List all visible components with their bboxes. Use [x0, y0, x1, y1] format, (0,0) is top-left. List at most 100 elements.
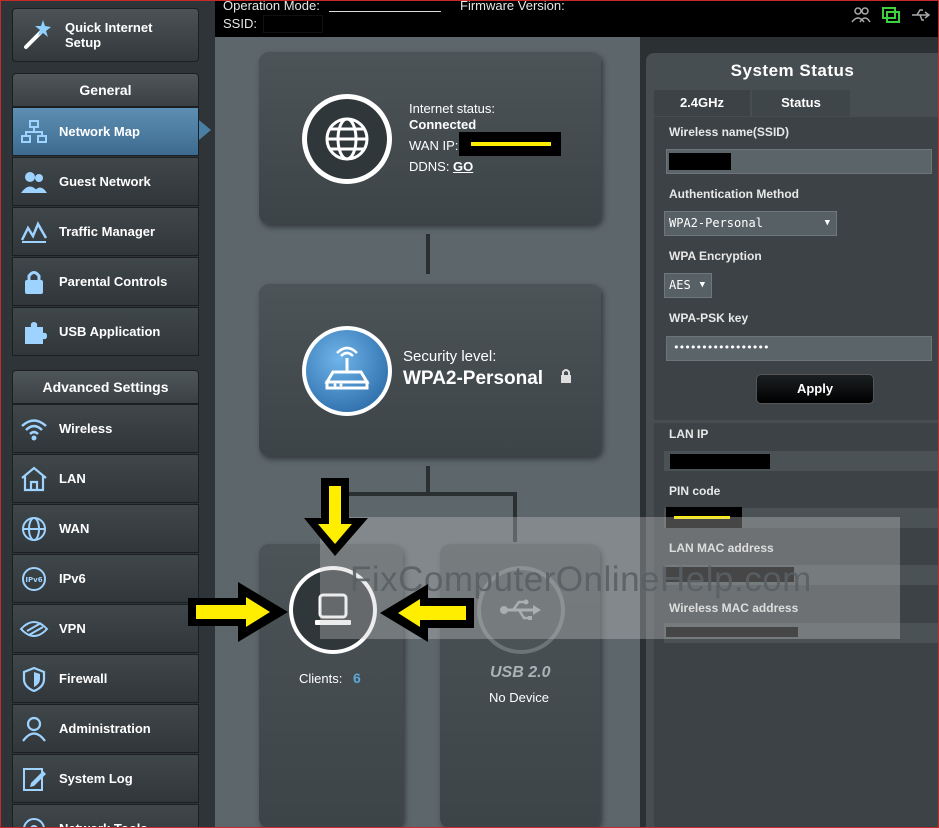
wan-icon	[19, 514, 49, 544]
sidebar-item-label: LAN	[59, 471, 86, 486]
internet-globe-button[interactable]	[302, 94, 392, 184]
sidebar: Quick Internet Setup General Network Map…	[0, 0, 215, 828]
sidebar-item-network-tools[interactable]: Network Tools	[12, 804, 199, 828]
lan-ip-label: LAN IP	[669, 427, 709, 441]
clients-count[interactable]: 6	[353, 670, 361, 686]
authentication-method-value: WPA2-Personal	[669, 216, 763, 230]
internet-status-value: Connected	[409, 117, 477, 132]
usb-icon[interactable]	[911, 6, 931, 24]
router-button[interactable]	[302, 326, 392, 416]
ssid-value-redacted	[263, 15, 323, 33]
router-icon	[324, 346, 370, 390]
arrow-left-icon	[380, 584, 474, 642]
wpa-encryption-value: AES	[669, 278, 691, 292]
quick-setup-label: Quick Internet Setup	[65, 20, 153, 50]
sidebar-item-label: VPN	[59, 621, 86, 636]
wpa-encryption-label: WPA Encryption	[669, 249, 762, 263]
security-level-value: WPA2-Personal	[403, 368, 544, 389]
sidebar-item-guest-network[interactable]: Guest Network	[12, 157, 199, 206]
top-status-icons	[851, 6, 931, 24]
guest-network-icon	[19, 167, 49, 197]
advanced-settings-header: Advanced Settings	[12, 370, 199, 404]
usb-application-icon	[19, 317, 49, 347]
chevron-down-icon: ▼	[699, 280, 705, 290]
sidebar-item-firewall[interactable]: Firewall	[12, 654, 199, 703]
sidebar-item-network-map[interactable]: Network Map	[12, 107, 199, 156]
sidebar-item-traffic-manager[interactable]: Traffic Manager	[12, 207, 199, 256]
arrow-down-icon	[304, 478, 368, 556]
wan-ip-label: WAN IP:	[409, 138, 459, 153]
sidebar-item-label: Traffic Manager	[59, 224, 156, 239]
sidebar-item-label: Wireless	[59, 421, 113, 436]
sidebar-item-ipv6[interactable]: IPv6 IPv6	[12, 554, 199, 603]
lan-icon	[19, 464, 49, 494]
sidebar-item-label: System Log	[59, 771, 133, 786]
sidebar-item-lan[interactable]: LAN	[12, 454, 199, 503]
connector-line	[426, 234, 430, 274]
security-level-label: Security level:	[403, 348, 497, 365]
tab-status[interactable]: Status	[752, 90, 850, 116]
sidebar-item-label: WAN	[59, 521, 90, 536]
wireless-name-field[interactable]	[666, 149, 932, 174]
network-map-panel: Internet status: Connected WAN IP: DDNS:…	[215, 37, 640, 828]
operation-mode-value	[329, 11, 441, 12]
sidebar-item-label: USB Application	[59, 324, 161, 339]
network-status-icon[interactable]	[881, 6, 901, 24]
internet-status-node[interactable]: Internet status: Connected WAN IP: DDNS:…	[259, 52, 601, 224]
sidebar-item-label: IPv6	[59, 571, 86, 586]
clients-label: Clients:	[299, 671, 343, 686]
sidebar-item-label: Network Tools	[59, 821, 148, 828]
internet-status-label: Internet status:	[409, 101, 495, 116]
lock-icon	[559, 368, 573, 389]
sidebar-item-parental-controls[interactable]: Parental Controls	[12, 257, 199, 306]
system-status-title: System Status	[730, 61, 855, 80]
traffic-manager-icon	[19, 217, 49, 247]
sidebar-item-label: Administration	[59, 721, 151, 736]
ddns-go-link[interactable]: GO	[453, 159, 473, 174]
firewall-icon	[19, 664, 49, 694]
ssid-redacted	[669, 153, 731, 170]
network-tools-icon	[19, 814, 49, 828]
system-log-icon	[19, 764, 49, 794]
quick-internet-setup-button[interactable]: Quick Internet Setup	[12, 8, 199, 62]
sidebar-item-usb-application[interactable]: USB Application	[12, 307, 199, 356]
wpa-encryption-select[interactable]: AES ▼	[664, 273, 712, 298]
arrow-right-icon	[188, 582, 288, 642]
wan-ip-redacted	[459, 132, 561, 156]
apply-button[interactable]: Apply	[756, 374, 874, 404]
connector-line	[426, 466, 430, 494]
wireless-settings-section: Wireless name(SSID) Authentication Metho…	[654, 117, 939, 420]
globe-icon	[325, 117, 369, 161]
pin-code-label: PIN code	[669, 484, 721, 498]
ipv6-icon: IPv6	[19, 564, 49, 594]
system-status-panel: System Status 2.4GHz Status Wireless nam…	[646, 53, 939, 828]
parental-controls-icon	[19, 267, 49, 297]
network-map-icon	[19, 117, 49, 147]
sidebar-item-administration[interactable]: Administration	[12, 704, 199, 753]
sidebar-item-system-log[interactable]: System Log	[12, 754, 199, 803]
tab-2-4ghz[interactable]: 2.4GHz	[654, 90, 750, 116]
usb-type-label: USB 2.0	[490, 664, 551, 681]
ddns-label: DDNS:	[409, 159, 450, 174]
ssid-label: SSID:	[223, 16, 257, 31]
router-node[interactable]: Security level: WPA2-Personal	[259, 284, 601, 456]
authentication-method-select[interactable]: WPA2-Personal ▼	[664, 211, 837, 236]
lan-ip-redacted	[670, 454, 770, 469]
general-section-header: General	[12, 73, 199, 107]
firmware-version-label: Firmware Version:	[460, 0, 565, 13]
sidebar-item-label: Guest Network	[59, 174, 151, 189]
sidebar-item-vpn[interactable]: VPN	[12, 604, 199, 653]
sidebar-item-label: Parental Controls	[59, 274, 168, 289]
magic-wand-icon	[21, 17, 55, 54]
sidebar-item-wireless[interactable]: Wireless	[12, 404, 199, 453]
vpn-icon	[19, 614, 49, 644]
svg-text:IPv6: IPv6	[25, 576, 42, 584]
sidebar-item-label: Firewall	[59, 671, 108, 686]
top-bar: Operation Mode: Firmware Version: SSID:	[215, 0, 939, 37]
authentication-method-label: Authentication Method	[669, 187, 799, 201]
clients-icon[interactable]	[851, 6, 871, 24]
administration-icon	[19, 714, 49, 744]
sidebar-item-wan[interactable]: WAN	[12, 504, 199, 553]
wpa-psk-key-field[interactable]: •••••••••••••••••	[666, 336, 932, 361]
usb-status: No Device	[489, 690, 549, 705]
